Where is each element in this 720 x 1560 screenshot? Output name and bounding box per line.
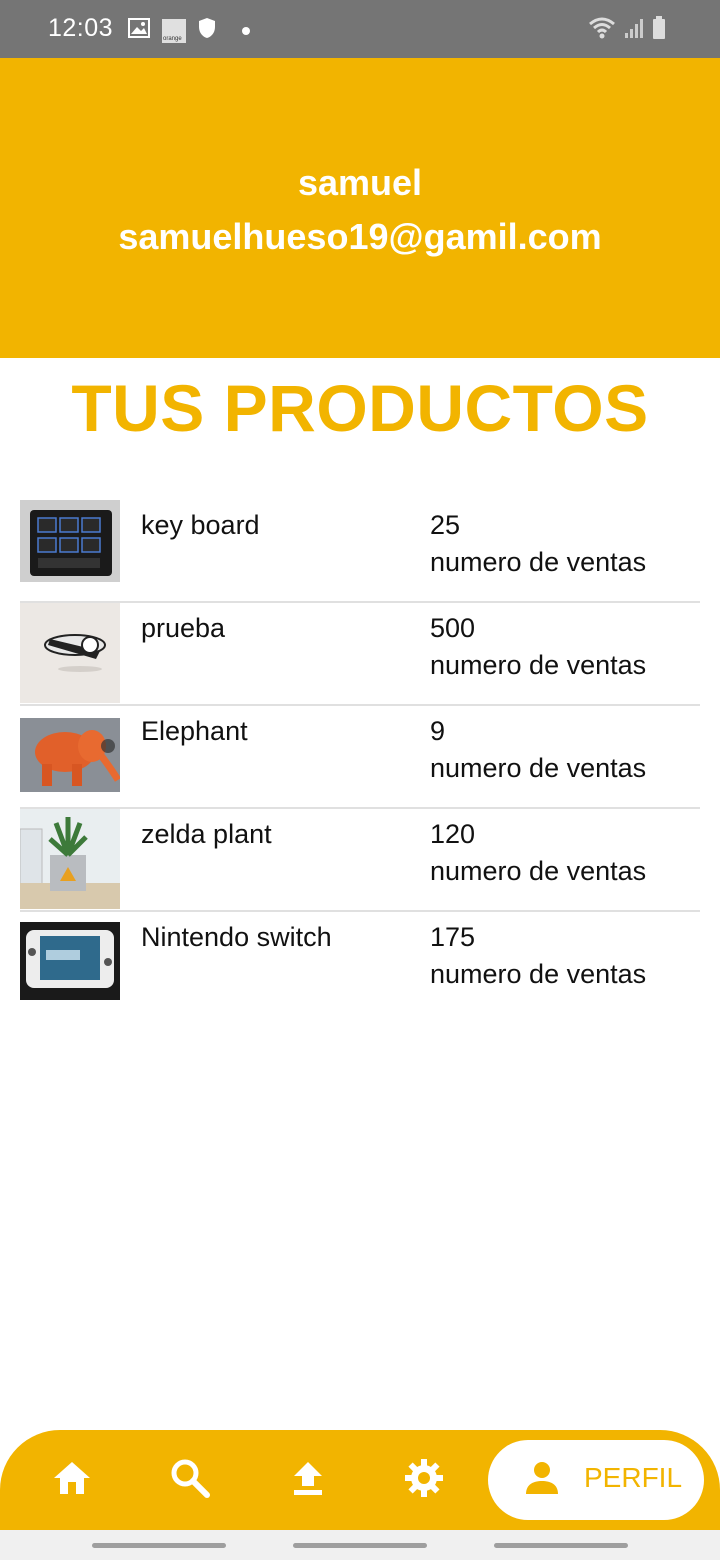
status-icons-right xyxy=(588,16,666,45)
profile-email: samuelhueso19@gamil.com xyxy=(118,216,602,257)
signal-icon xyxy=(624,17,644,44)
product-thumbnail xyxy=(20,603,120,703)
product-sales-label: numero de ventas xyxy=(430,959,647,989)
product-thumbnail xyxy=(20,809,120,909)
product-name: key board xyxy=(141,510,260,540)
nav-home-button[interactable] xyxy=(50,1458,94,1502)
orange-carrier-icon: orange xyxy=(162,18,186,43)
profile-header: samuel samuelhueso19@gamil.com xyxy=(0,58,720,358)
battery-icon xyxy=(652,16,666,45)
home-icon xyxy=(52,1460,92,1501)
gesture-pill-center[interactable] xyxy=(293,1543,427,1548)
product-sales-label: numero de ventas xyxy=(430,650,647,680)
shield-icon xyxy=(198,17,216,44)
bottom-nav: PERFIL xyxy=(0,1430,720,1530)
search-icon xyxy=(170,1458,210,1503)
product-sales-count: 175 xyxy=(430,922,476,952)
product-sales-count: 500 xyxy=(430,613,476,643)
product-list: key board 25 numero de ventas prueba 500… xyxy=(20,500,700,1013)
product-sales-count: 120 xyxy=(430,819,476,849)
status-bar: 12:03 orange xyxy=(0,0,720,58)
product-name: Elephant xyxy=(141,716,248,746)
product-thumbnail xyxy=(20,500,120,582)
product-sales-count: 9 xyxy=(430,716,446,746)
image-icon xyxy=(128,18,150,43)
status-icons-left: orange xyxy=(128,17,250,44)
product-row-elephant[interactable]: Elephant 9 numero de ventas xyxy=(20,706,700,809)
section-title: TUS PRODUCTOS xyxy=(71,371,649,445)
product-name: zelda plant xyxy=(141,819,272,849)
wifi-icon xyxy=(588,16,616,45)
gesture-bar xyxy=(0,1530,720,1560)
gesture-pill-right[interactable] xyxy=(494,1543,628,1548)
person-icon xyxy=(524,1460,560,1501)
nav-profile-button[interactable]: PERFIL xyxy=(488,1440,704,1520)
product-sales-count: 25 xyxy=(430,510,461,540)
nav-upload-button[interactable] xyxy=(286,1458,330,1502)
upload-icon xyxy=(290,1460,326,1501)
gesture-pill-left[interactable] xyxy=(92,1543,226,1548)
product-sales-label: numero de ventas xyxy=(430,753,647,783)
product-row-nintendo-switch[interactable]: Nintendo switch 175 numero de ventas xyxy=(20,912,700,1013)
product-row-prueba[interactable]: prueba 500 numero de ventas xyxy=(20,603,700,706)
product-name: prueba xyxy=(141,613,226,643)
product-sales-label: numero de ventas xyxy=(430,856,647,886)
product-row-zelda-plant[interactable]: zelda plant 120 numero de ventas xyxy=(20,809,700,912)
nav-search-button[interactable] xyxy=(168,1458,212,1502)
dot-icon xyxy=(242,26,250,35)
status-time: 12:03 xyxy=(48,14,114,42)
nav-profile-label: PERFIL xyxy=(584,1462,683,1493)
product-sales-label: numero de ventas xyxy=(430,547,647,577)
profile-name: samuel xyxy=(297,162,423,203)
settings-icon xyxy=(404,1458,444,1503)
product-name: Nintendo switch xyxy=(141,922,332,952)
product-row-keyboard[interactable]: key board 25 numero de ventas xyxy=(20,500,700,603)
product-thumbnail xyxy=(20,922,120,1000)
carrier-label: orange xyxy=(163,35,182,42)
nav-settings-button[interactable] xyxy=(402,1458,446,1502)
product-thumbnail xyxy=(20,718,120,792)
